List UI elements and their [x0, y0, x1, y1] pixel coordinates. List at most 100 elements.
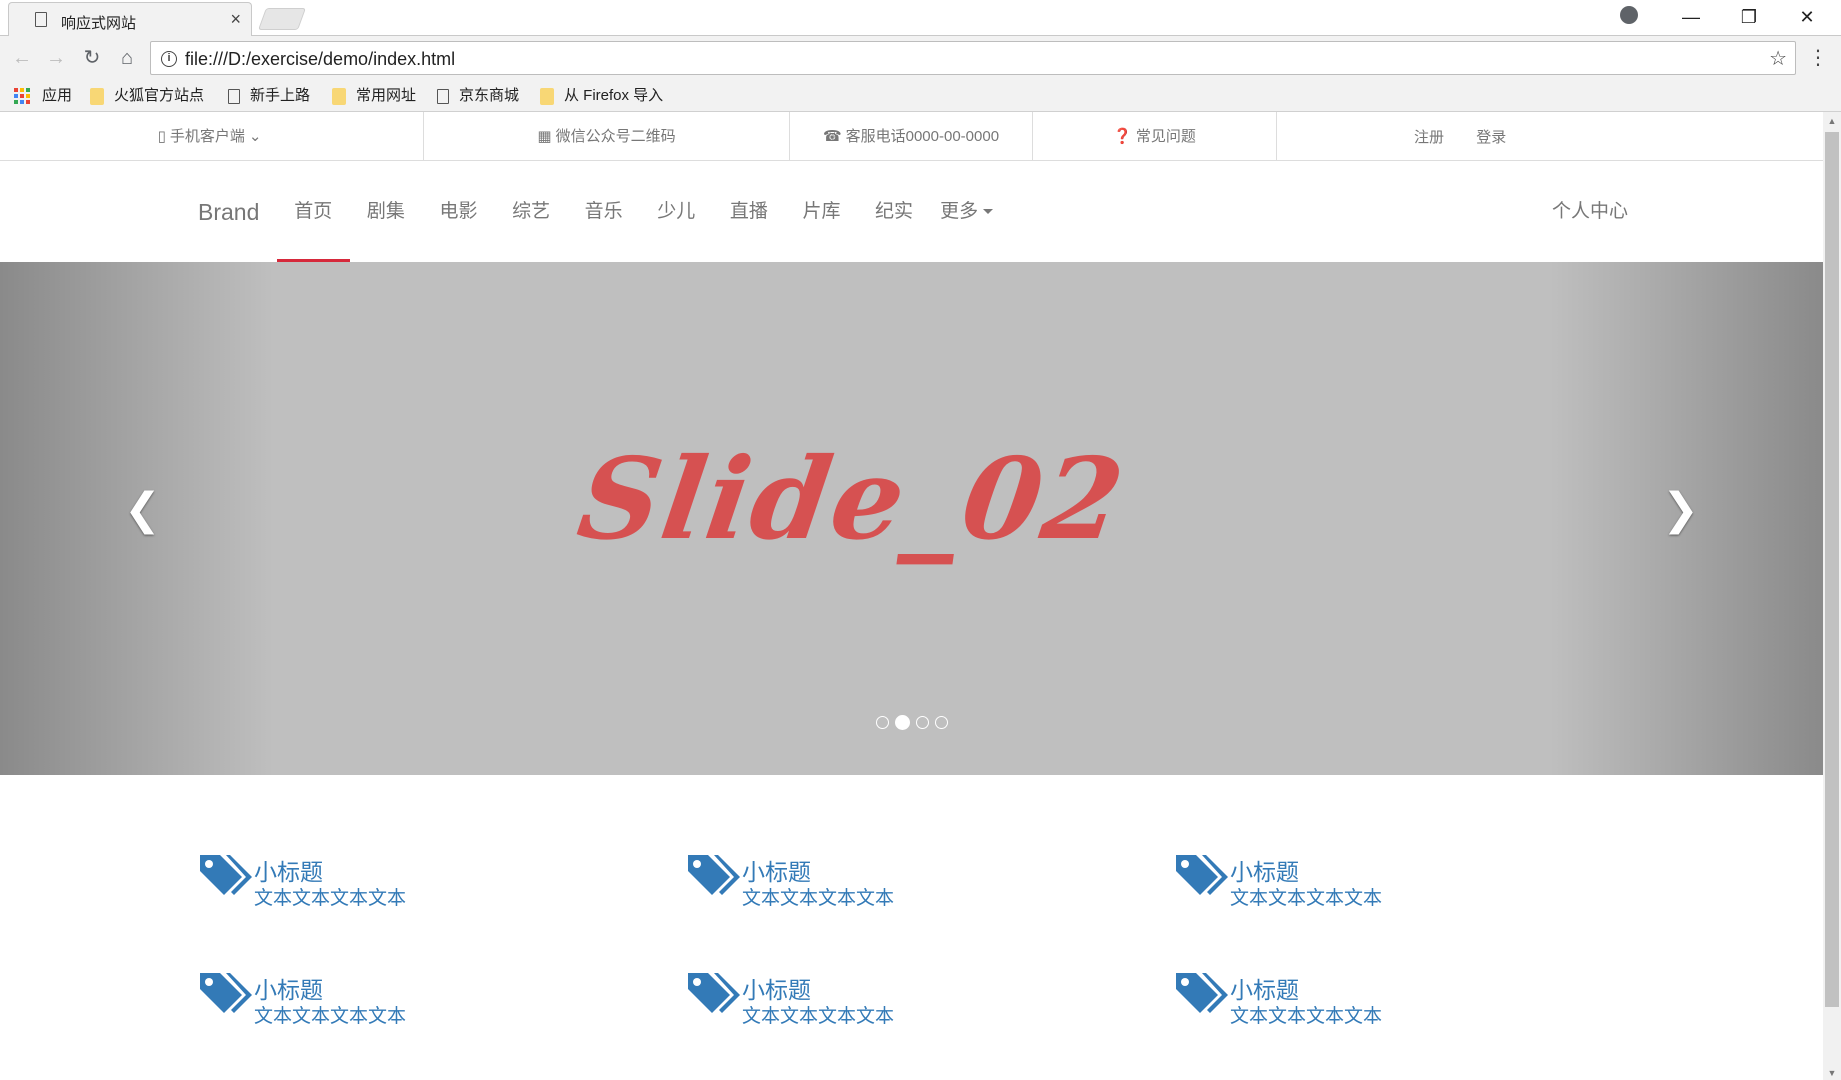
top-info-bar: ▯ 手机客户端 ⌄ ▦ 微信公众号二维码 ☎ 客服电话0000-00-0000 ❓ 常见问… [0, 112, 1823, 161]
personal-center-link[interactable]: 个人中心 [1552, 162, 1628, 262]
feature-item: 小标题文本文本文本文本 [686, 845, 1046, 909]
address-bar[interactable]: i file:///D:/exercise/demo/index.html ☆ [150, 41, 1796, 75]
nav-item-kids[interactable]: 少儿 [640, 162, 713, 262]
tags-icon [198, 851, 252, 902]
carousel-prev-control[interactable]: ❮ [0, 262, 274, 775]
browser-titlebar: 响应式网站 × — ❐ ✕ [0, 0, 1841, 36]
login-link[interactable]: 登录 [1476, 129, 1506, 146]
slide-image-text: Slide_02 [570, 434, 1133, 565]
folder-icon [540, 87, 554, 105]
nav-item-music[interactable]: 音乐 [567, 162, 640, 262]
carousel-indicator-dot[interactable] [916, 715, 929, 729]
chevron-down-icon: ⌄ [248, 128, 262, 145]
telephone-icon: ☎ [822, 128, 842, 145]
nav-item-more[interactable]: 更多 [930, 162, 1003, 262]
nav-item-variety[interactable]: 综艺 [495, 162, 568, 262]
profile-icon[interactable] [1620, 6, 1638, 24]
register-link[interactable]: 注册 [1414, 129, 1444, 146]
feature-text: 文本文本文本文本 [1230, 888, 1383, 909]
wechat-qrcode-link[interactable]: ▦ 微信公众号二维码 [424, 112, 790, 161]
feature-item: 小标题 文本文本文本文本 [198, 963, 558, 1027]
feature-item: 小标题文本文本文本文本 [1174, 845, 1534, 909]
nav-item-documentary[interactable]: 纪实 [858, 162, 931, 262]
feature-item: 小标题 文本文本文本文本 [1174, 963, 1534, 1027]
nav-item-series[interactable]: 剧集 [350, 162, 423, 262]
nav-item-home[interactable]: 首页 [277, 162, 350, 262]
mobile-client-label: 手机客户端 [169, 128, 245, 145]
scroll-up-arrow-icon[interactable]: ▲ [1823, 116, 1841, 126]
carousel-next-control[interactable]: ❯ [1549, 262, 1823, 775]
feature-text: 文本文本文本文本 [742, 1006, 895, 1027]
info-icon[interactable]: i [161, 51, 177, 67]
page-scrollbar[interactable]: ▲ ▼ [1823, 112, 1841, 1080]
scroll-down-arrow-icon[interactable]: ▼ [1823, 1068, 1841, 1078]
bookmark-item[interactable]: 火狐官方站点 [90, 84, 204, 108]
chevron-right-icon: ❯ [1662, 484, 1699, 535]
page-icon [35, 12, 47, 27]
feature-title: 小标题 [254, 859, 323, 885]
mobile-phone-icon: ▯ [157, 128, 166, 145]
chevron-left-icon: ❮ [124, 484, 161, 535]
browser-menu-icon[interactable]: ⋮ [1808, 44, 1828, 72]
bookmark-label: 京东商城 [459, 87, 520, 104]
bookmark-label: 火狐官方站点 [114, 87, 205, 104]
feature-title: 小标题 [742, 859, 811, 885]
tab-close-icon[interactable]: × [230, 9, 241, 30]
faq-link[interactable]: ❓ 常见问题 [1033, 112, 1277, 161]
main-navbar: Brand 首页 剧集 电影 综艺 音乐 少儿 直播 片库 纪实 更多 个人中心 [0, 162, 1823, 262]
bookmark-item[interactable]: 新手上路 [228, 84, 310, 108]
page-icon [437, 88, 449, 104]
tags-icon [1174, 969, 1228, 1020]
tab-title: 响应式网站 [61, 15, 137, 32]
url-text[interactable]: file:///D:/exercise/demo/index.html [185, 49, 455, 70]
carousel-indicator-dot[interactable] [935, 715, 948, 729]
faq-label: 常见问题 [1135, 128, 1196, 145]
folder-icon [332, 87, 346, 105]
scrollbar-thumb[interactable] [1825, 132, 1839, 1007]
feature-title: 小标题 [1230, 859, 1299, 885]
mobile-client-link[interactable]: ▯ 手机客户端 ⌄ [0, 112, 424, 161]
brand-logo[interactable]: Brand [198, 162, 259, 262]
restore-button[interactable]: ❐ [1720, 0, 1778, 36]
question-circle-icon: ❓ [1113, 128, 1132, 145]
bookmark-star-icon[interactable]: ☆ [1769, 46, 1787, 71]
bookmark-label: 从 Firefox 导入 [564, 87, 664, 104]
carousel-indicator-dot[interactable] [895, 714, 910, 730]
folder-icon [90, 87, 104, 105]
tags-icon [686, 969, 740, 1020]
feature-text: 文本文本文本文本 [1230, 1006, 1383, 1027]
forward-button[interactable]: → [42, 44, 70, 72]
bookmark-item[interactable]: 京东商城 [437, 84, 519, 108]
new-tab-button[interactable] [257, 8, 307, 30]
qrcode-icon: ▦ [537, 128, 552, 145]
home-button[interactable]: ⌂ [113, 44, 141, 72]
bookmark-item[interactable]: 常用网址 [332, 84, 416, 108]
nav-item-live[interactable]: 直播 [713, 162, 786, 262]
carousel-indicator-dot[interactable] [876, 715, 889, 729]
feature-title: 小标题 [742, 977, 811, 1003]
browser-toolbar: ← → ↻ ⌂ i file:///D:/exercise/demo/index… [0, 36, 1841, 80]
bookmark-label: 新手上路 [250, 87, 311, 104]
close-window-button[interactable]: ✕ [1778, 0, 1836, 36]
nav-item-movies[interactable]: 电影 [422, 162, 495, 262]
feature-text: 文本文本文本文本 [742, 888, 895, 909]
feature-text: 文本文本文本文本 [254, 888, 407, 909]
back-button[interactable]: ← [8, 44, 36, 72]
tags-icon [686, 851, 740, 902]
carousel: Slide_02 ❮ ❯ [0, 262, 1823, 775]
bookmark-apps[interactable]: 应用 [14, 84, 72, 108]
carousel-indicators [873, 714, 951, 730]
service-phone-link[interactable]: ☎ 客服电话0000-00-0000 [790, 112, 1033, 161]
page-icon [228, 88, 240, 104]
nav-list: 首页 剧集 电影 综艺 音乐 少儿 直播 片库 纪实 更多 [277, 162, 1003, 262]
reload-button[interactable]: ↻ [78, 44, 106, 72]
tags-icon [1174, 851, 1228, 902]
nav-item-library[interactable]: 片库 [785, 162, 858, 262]
auth-links: 注册 登录 [1400, 112, 1520, 161]
minimize-button[interactable]: — [1662, 0, 1720, 36]
feature-item: 小标题文本文本文本文本 [686, 963, 1046, 1027]
browser-tab[interactable]: 响应式网站 × [8, 2, 252, 36]
feature-item: 小标题文本文本文本文本 [198, 845, 558, 909]
feature-text: 文本文本文本文本 [254, 1006, 407, 1027]
bookmark-item[interactable]: 从 Firefox 导入 [540, 84, 663, 108]
